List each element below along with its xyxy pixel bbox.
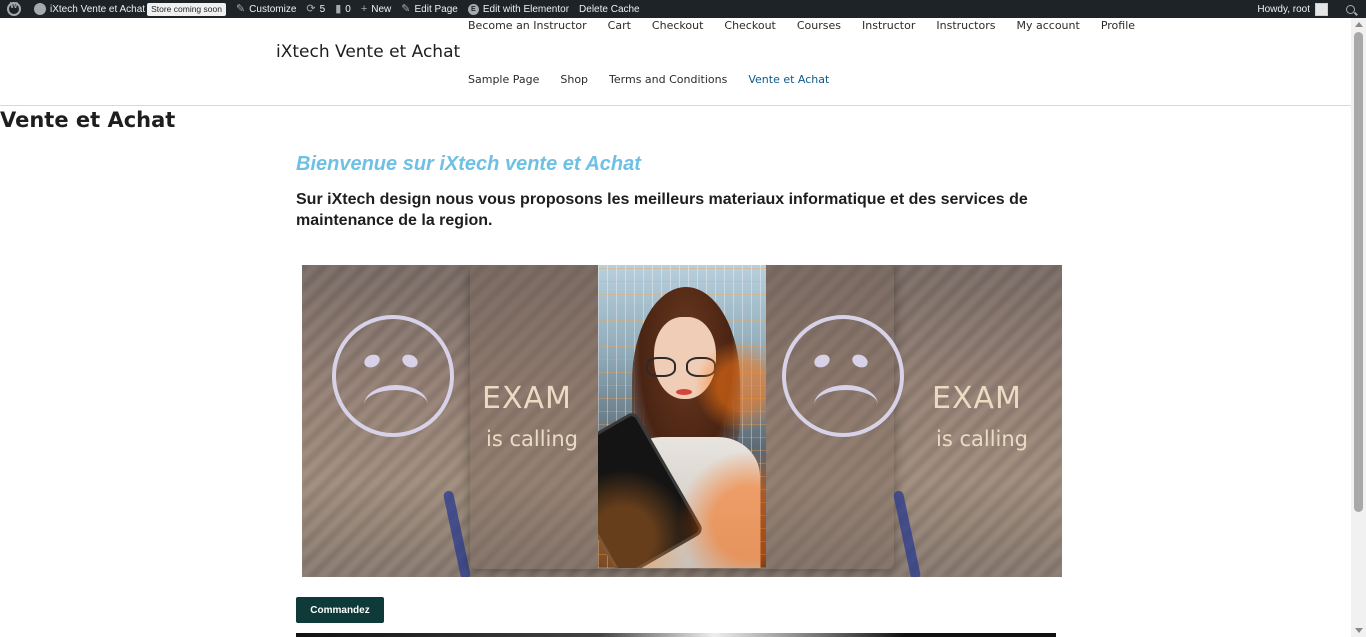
scroll-up-icon[interactable] <box>1355 22 1363 27</box>
updates-count: 5 <box>319 3 326 15</box>
slide-left-subtitle: is calling <box>486 427 579 451</box>
edit-with-elementor-link[interactable]: E Edit with Elementor <box>463 0 574 18</box>
admin-bar: iXtech Vente et Achat Store coming soon … <box>0 0 1366 18</box>
store-status-badge: Store coming soon <box>147 2 226 16</box>
search-icon <box>1346 4 1355 14</box>
wordpress-logo-menu[interactable] <box>0 0 29 18</box>
edit-with-elementor-label: Edit with Elementor <box>482 3 570 15</box>
welcome-heading: Bienvenue sur iXtech vente et Achat <box>296 153 641 175</box>
elementor-icon: E <box>467 3 479 15</box>
primary-nav-row-1: Become an Instructor Cart Checkout Check… <box>468 19 1156 32</box>
admin-search[interactable] <box>1333 0 1366 18</box>
slide-left-title: EXAM <box>482 381 572 416</box>
site-name-label: iXtech Vente et Achat <box>50 3 146 15</box>
new-label: New <box>371 3 392 15</box>
sad-face-icon <box>332 315 454 437</box>
nav-item-profile[interactable]: Profile <box>1101 19 1135 32</box>
image-carousel[interactable]: EXAM is calling EXAM is calling <box>302 265 1062 577</box>
home-icon <box>34 3 46 15</box>
avatar <box>1315 2 1328 16</box>
sad-face-icon <box>782 315 904 437</box>
delete-cache-link[interactable]: Delete Cache <box>574 0 645 18</box>
primary-nav-row-2: Sample Page Shop Terms and Conditions Ve… <box>468 73 850 86</box>
slide-right-subtitle: is calling <box>936 427 1029 451</box>
nav-item-become-instructor[interactable]: Become an Instructor <box>468 19 587 32</box>
page-title: Vente et Achat <box>0 108 176 132</box>
nav-item-instructors[interactable]: Instructors <box>936 19 995 32</box>
nav-item-shop[interactable]: Shop <box>560 73 588 86</box>
nav-item-checkout-2[interactable]: Checkout <box>724 19 775 32</box>
nav-item-checkout[interactable]: Checkout <box>652 19 703 32</box>
new-content-menu[interactable]: + New <box>356 0 396 18</box>
customize-label: Customize <box>249 3 297 15</box>
scrollbar-thumb[interactable] <box>1354 32 1363 512</box>
comments-count: 0 <box>345 3 351 15</box>
portrait-image <box>598 265 766 568</box>
edit-page-link[interactable]: ✎ Edit Page <box>396 0 463 18</box>
nav-item-cart[interactable]: Cart <box>608 19 631 32</box>
howdy-label: Howdy, root <box>1257 3 1310 15</box>
nav-item-courses[interactable]: Courses <box>797 19 841 32</box>
customize-link[interactable]: ✎ Customize <box>231 0 301 18</box>
updates-icon: ⟳ <box>306 3 316 15</box>
scroll-down-icon[interactable] <box>1355 628 1363 633</box>
nav-item-my-account[interactable]: My account <box>1016 19 1079 32</box>
edit-page-label: Edit Page <box>414 3 458 15</box>
order-button[interactable]: Commandez <box>296 597 384 623</box>
my-account-menu[interactable]: Howdy, root <box>1252 0 1333 18</box>
page-scrollbar[interactable] <box>1351 18 1366 637</box>
updates-link[interactable]: ⟳ 5 <box>301 0 330 18</box>
nav-item-terms[interactable]: Terms and Conditions <box>609 73 727 86</box>
next-section-image <box>296 633 1056 637</box>
plus-icon: + <box>360 3 368 15</box>
site-header: iXtech Vente et Achat Become an Instruct… <box>0 18 1351 106</box>
site-title[interactable]: iXtech Vente et Achat <box>276 42 460 62</box>
pencil-icon: ✎ <box>401 3 411 15</box>
nav-item-instructor[interactable]: Instructor <box>862 19 915 32</box>
delete-cache-label: Delete Cache <box>579 3 640 15</box>
wordpress-icon <box>7 1 21 16</box>
nav-item-sample-page[interactable]: Sample Page <box>468 73 539 86</box>
slide-right-title: EXAM <box>932 381 1022 416</box>
intro-text: Sur iXtech design nous vous proposons le… <box>296 191 1028 229</box>
comment-icon: ▮ <box>335 3 342 15</box>
paintbrush-icon: ✎ <box>235 3 246 15</box>
site-name-menu[interactable]: iXtech Vente et Achat Store coming soon <box>29 0 231 18</box>
nav-item-vente-et-achat[interactable]: Vente et Achat <box>748 73 829 86</box>
comments-link[interactable]: ▮ 0 <box>330 0 356 18</box>
